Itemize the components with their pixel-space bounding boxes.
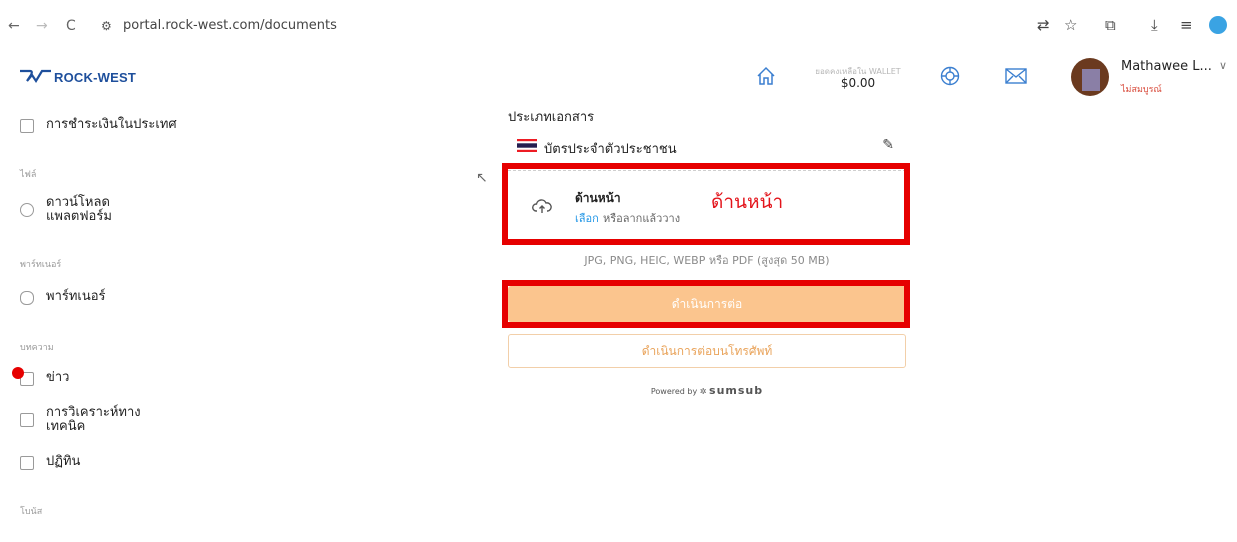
sumsub-brand: sumsub [709,384,764,397]
highlight-box-upload [502,163,910,245]
reload-icon[interactable]: C [66,18,76,34]
sidebar-item-label: เทคนิค [46,419,86,434]
payment-icon [20,119,34,133]
sidebar-item-download-platform[interactable]: ดาวน์โหลด แพลตฟอร์ม [20,196,112,224]
support-lifebuoy-icon[interactable] [940,66,960,86]
powered-by-sumsub: Powered by ✲ sumsub [508,384,906,397]
wallet-amount[interactable]: $0.00 [810,76,906,90]
download-icon[interactable]: ⤓ [1151,16,1158,34]
sumsub-logo-icon: ✲ [699,387,707,396]
thailand-flag-icon [517,139,537,152]
logo-text: ROCK-WEST [54,69,136,85]
edit-pencil-icon[interactable]: ✎ [882,137,894,153]
forward-icon[interactable]: → [36,18,48,34]
sidebar-section-articles: บทความ [20,343,54,353]
chevron-down-icon[interactable]: ∨ [1219,59,1227,72]
sidebar-item-label: การวิเคราะห์ทาง [46,405,141,420]
sidebar-item-label: ดาวน์โหลด [46,195,110,210]
sidebar-item-label: พาร์ทเนอร์ [46,289,106,304]
calendar-icon [20,456,34,470]
sidebar-item-label: ข่าว [46,370,70,385]
avatar[interactable] [1071,58,1109,96]
sidebar-item-calendar[interactable]: ปฏิทิน [20,455,80,470]
mouse-cursor-icon: ↖ [476,170,488,186]
rock-west-logo[interactable]: ROCK-WEST [18,66,136,88]
sidebar-item-partners[interactable]: พาร์ทเนอร์ [20,290,106,305]
sidebar-item-label: การชำระเงินในประเทศ [46,117,177,132]
logo-mark-icon [20,69,51,84]
user-name[interactable]: Mathawee L... [1121,59,1212,74]
continue-on-phone-button[interactable]: ดำเนินการต่อบนโทรศัพท์ [508,334,906,368]
address-bar[interactable]: portal.rock-west.com/documents [123,18,337,33]
mail-icon[interactable] [1005,67,1027,85]
handshake-icon [20,291,34,305]
browser-profile-icon[interactable] [1209,16,1227,34]
sidebar-item-label: แพลตฟอร์ม [46,209,112,224]
sidebar-section-bonus: โบนัส [20,507,43,517]
home-icon[interactable] [756,66,776,86]
document-type-select[interactable]: บัตรประจำตัวประชาชน ✎ [508,134,906,157]
media-control-icon[interactable]: ≡ [1180,16,1193,34]
sidebar-section-partners: พาร์ทเนอร์ [20,260,62,270]
sidebar-item-technical-analysis[interactable]: การวิเคราะห์ทาง เทคนิค [20,406,141,434]
powered-by-label: Powered by [650,387,698,396]
sidebar-item-label: ปฏิทิน [46,454,81,469]
extensions-icon[interactable]: ⧉ [1105,16,1116,34]
accepted-formats-hint: JPG, PNG, HEIC, WEBP หรือ PDF (สูงสุด 50… [584,254,830,267]
site-settings-icon[interactable]: ⚙ [101,19,112,33]
document-name: บัตรประจำตัวประชาชน [544,142,677,157]
bookmark-star-icon[interactable]: ☆ [1064,16,1077,34]
sidebar-section-files: ไฟล์ [20,170,37,180]
document-type-title: ประเภทเอกสาร [508,110,595,125]
back-icon[interactable]: ← [8,18,20,34]
user-status-badge: ไม่สมบูรณ์ [1121,85,1162,95]
analysis-icon [20,413,34,427]
sidebar-item-domestic-payment[interactable]: การชำระเงินในประเทศ [20,118,177,133]
browser-toolbar: ← → C ⚙ portal.rock-west.com/documents ⇄… [0,0,1237,52]
notification-dot [12,367,24,379]
gear-icon [20,203,34,217]
highlight-box-continue [502,280,910,328]
sidebar-item-news[interactable]: ข่าว [20,371,70,386]
translate-icon[interactable]: ⇄ [1037,16,1050,34]
